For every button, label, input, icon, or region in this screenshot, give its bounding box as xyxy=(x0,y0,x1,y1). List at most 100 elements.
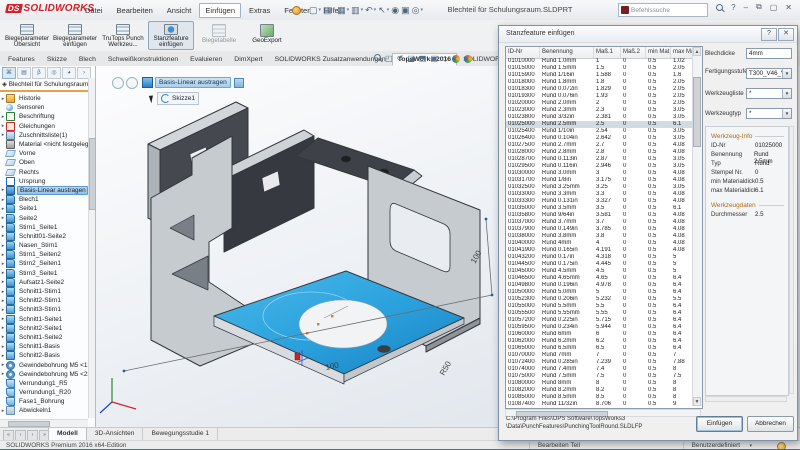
tab-features[interactable]: Features xyxy=(2,53,41,66)
section-view-icon[interactable]: ◪ xyxy=(407,54,415,63)
panel-horizontal-scrollbar[interactable] xyxy=(705,396,787,402)
table-row[interactable]: 01080000Rund 8mm800.58 xyxy=(506,380,693,387)
tree-item[interactable]: ▸Schnitt1-Basis xyxy=(0,342,88,351)
table-row[interactable]: 01043200Rund 0.17in4.31800.55 xyxy=(506,254,693,261)
dialog-help-button[interactable]: ? xyxy=(761,28,777,41)
caret-icon[interactable]: ▾ xyxy=(361,7,364,13)
tree-item[interactable]: ▸Blech1 xyxy=(0,195,88,204)
table-row[interactable]: 01060000Rund 6mm600.56.4 xyxy=(506,331,693,338)
menu-extras[interactable]: Extras xyxy=(243,3,276,18)
hide-show-icon[interactable]: ◇ xyxy=(442,54,448,63)
view-orientation-icon[interactable]: ⬒ xyxy=(419,54,427,63)
table-row[interactable]: 01010000Rund 1.0mm100.51.02 xyxy=(506,58,693,65)
tree-item[interactable]: ▸Schnitt1-Seite2 xyxy=(0,333,88,342)
table-row[interactable]: 01062000Rund 6.2mm6.200.56.4 xyxy=(506,338,693,345)
sketch-tool-icon[interactable] xyxy=(112,77,124,89)
table-row[interactable]: 01015000Rund 1.5mm1.500.52.05 xyxy=(506,65,693,72)
menu-ansicht[interactable]: Ansicht xyxy=(161,3,198,18)
tab-feature-tree[interactable]: ⌘ xyxy=(2,67,16,79)
tab-schweißkonstruktionen[interactable]: Schweißkonstruktionen xyxy=(102,53,184,66)
caret-icon[interactable]: ▾ xyxy=(387,7,390,13)
tree-item[interactable]: ▸Stirn3_Seite1 xyxy=(0,269,88,278)
table-row[interactable]: 01018300Rund 0.072in1.82900.52.05 xyxy=(506,86,693,93)
menu-bearbeiten[interactable]: Bearbeiten xyxy=(111,3,159,18)
undo-icon[interactable]: ↶ xyxy=(365,3,373,17)
breadcrumb-feature-label[interactable]: Basis-Linear austragen xyxy=(155,77,231,88)
table-row[interactable]: 01072400Rund 0.285in7.23900.57.88 xyxy=(506,359,693,366)
caret-icon[interactable]: ▾ xyxy=(333,7,336,13)
tree-item[interactable]: ▸Historie xyxy=(0,94,88,103)
zoom-fit-icon[interactable] xyxy=(374,54,381,63)
column-header[interactable]: Benennung xyxy=(540,47,594,58)
table-row[interactable]: 01045000Rund 4.5mm4.500.55 xyxy=(506,268,693,275)
menu-einfügen[interactable]: Einfügen xyxy=(199,3,241,18)
tree-item[interactable]: ▸Nasen_Stirn1 xyxy=(0,241,88,250)
table-row[interactable]: 01074000Rund 7.4mm7.400.58 xyxy=(506,366,693,373)
tree-item[interactable]: ▸Beschriftung xyxy=(0,112,88,121)
scene-icon[interactable] xyxy=(464,55,472,63)
table-row[interactable]: 01046500Rund 4.65mm4.6500.56.4 xyxy=(506,275,693,282)
rebuild-icon[interactable]: ◉ xyxy=(391,3,399,17)
sketch-chip[interactable]: Skizze1 xyxy=(157,92,199,105)
tree-item[interactable]: ▸Stirn1_Seiten2 xyxy=(0,250,88,259)
table-row[interactable]: 01057200Rund 0.225in5.71500.56.4 xyxy=(506,317,693,324)
caret-icon[interactable]: ▾ xyxy=(374,7,377,13)
tree-root-item[interactable]: ◈ Blechteil für Schulungsraum (Defa xyxy=(2,80,92,88)
toolbar-button-2[interactable]: Biegeparameter einfügen xyxy=(52,21,98,50)
select-icon[interactable]: ↖ xyxy=(378,3,386,17)
caret-icon[interactable]: ▾ xyxy=(319,7,322,13)
menu-datei[interactable]: Datei xyxy=(79,3,109,18)
table-row[interactable]: 01020000Rund 2.0mm200.52.05 xyxy=(506,100,693,107)
cancel-button[interactable]: Abbrechen xyxy=(747,416,794,432)
tree-item[interactable]: ▸Seite1 xyxy=(0,204,88,213)
table-row[interactable]: 01040000Rund 4mm400.54.08 xyxy=(506,240,693,247)
close-button[interactable]: ✕ xyxy=(785,3,792,12)
open-icon[interactable]: ▤ xyxy=(323,3,332,17)
table-row[interactable]: 01070000Rund 7mm700.57 xyxy=(506,352,693,359)
column-header[interactable]: Maß.1 xyxy=(594,47,621,58)
tree-item[interactable]: Ursprung xyxy=(0,177,88,186)
restore-button[interactable]: ⧉ xyxy=(756,2,762,12)
table-row[interactable]: 01032500Rund 3.25mm3.2500.53.05 xyxy=(506,184,693,191)
table-row[interactable]: 01023000Rund 2.3mm2.300.53.05 xyxy=(506,107,693,114)
werkzeugtyp-select[interactable]: *▼ xyxy=(746,108,792,119)
tab-skizze[interactable]: Skizze xyxy=(41,53,73,66)
tree-item[interactable]: ▸Stirn1_Seite1 xyxy=(0,223,88,232)
table-row[interactable]: 01037900Rund 0.149in3.78500.54.08 xyxy=(506,226,693,233)
dialog-title-bar[interactable]: Stanzfeature einfügen ? ✕ xyxy=(499,26,797,43)
table-row[interactable]: 01033000Rund 3.3mm3.300.54.08 xyxy=(506,191,693,198)
display-style-icon[interactable]: ▣ xyxy=(430,54,438,63)
panel-vertical-scrollbar[interactable] xyxy=(789,126,794,394)
tree-item[interactable]: Sensoren xyxy=(0,103,88,112)
toolbar-button-4[interactable]: Stanzfeature einfügen xyxy=(148,21,194,50)
search-icon[interactable] xyxy=(716,4,723,11)
pin-icon[interactable] xyxy=(292,6,301,15)
table-row[interactable]: 01027500Rund 2.7mm2.700.54.08 xyxy=(506,142,693,149)
tab-property-manager[interactable]: ▤ xyxy=(17,67,31,79)
scroll-down-icon[interactable]: ▼ xyxy=(693,397,701,406)
insert-button[interactable]: Einfügen xyxy=(696,416,743,432)
table-row[interactable]: 01029500Rund 0.116in2.94600.53.05 xyxy=(506,163,693,170)
tree-item[interactable]: Oben xyxy=(0,158,88,167)
table-row[interactable]: 01052300Rund 0.206in5.23200.55.5 xyxy=(506,296,693,303)
table-row[interactable]: 01018000Rund 1.8mm1.800.52.05 xyxy=(506,79,693,86)
tree-item[interactable]: ▸Gleichungen xyxy=(0,122,88,131)
toolbar-button-6[interactable]: GeoExport xyxy=(244,21,290,50)
table-row[interactable]: 01015900Rund 1/16in1.58800.51.6 xyxy=(506,72,693,79)
minimize-button[interactable]: – xyxy=(744,3,748,12)
blechdicke-field[interactable]: 4mm xyxy=(746,48,792,59)
table-row[interactable]: 01044500Rund 0.175in4.44500.55 xyxy=(506,261,693,268)
scroll-up-icon[interactable]: ▲ xyxy=(693,47,701,56)
dialog-close-button[interactable]: ✕ xyxy=(778,28,794,41)
previous-view-icon[interactable]: ↺ xyxy=(397,54,404,63)
tree-item[interactable]: ▸Schnitt01-Seite2 xyxy=(0,232,88,241)
column-header[interactable]: ID-Nr xyxy=(506,47,540,58)
toolbar-button-1[interactable]: Biegeparameter Übersicht xyxy=(4,21,50,50)
tab-appearances[interactable]: ◕ xyxy=(62,67,76,79)
tree-item[interactable]: ▸Seite2 xyxy=(0,213,88,222)
tree-vertical-scrollbar[interactable] xyxy=(88,78,95,418)
tab-configurations[interactable]: β xyxy=(32,67,46,79)
maximize-button[interactable]: ▢ xyxy=(770,3,778,12)
table-row[interactable]: 01031700Rund 1/8in3.17500.54.08 xyxy=(506,177,693,184)
table-row[interactable]: 01055500Rund 5.55mm5.5500.56.4 xyxy=(506,310,693,317)
